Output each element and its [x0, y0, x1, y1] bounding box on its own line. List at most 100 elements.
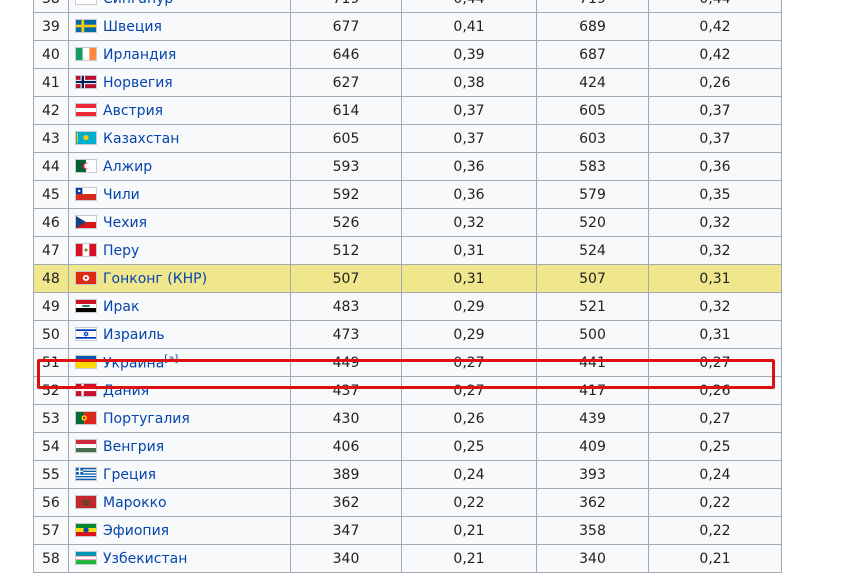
value-cell-3: 441 [536, 348, 649, 377]
country-link[interactable]: Швеция [103, 19, 162, 35]
value-cell-4: 0,44 [648, 0, 782, 13]
value-cell-1: 719 [290, 0, 402, 13]
ukraine-flag-icon [75, 355, 97, 370]
country-link[interactable]: Ирак [103, 299, 139, 315]
country-cell: Узбекистан [68, 544, 291, 573]
hungary-flag-icon [75, 438, 97, 453]
table-row: 54 Венгрия 406 0,25 409 0,25 [33, 432, 782, 461]
value-cell-2: 0,21 [401, 544, 537, 573]
footnote-link[interactable]: [a] [164, 354, 178, 365]
country-link[interactable]: Чехия [103, 215, 147, 231]
portugal-flag-icon [75, 410, 97, 425]
rank-cell: 56 [33, 488, 69, 517]
value-cell-2: 0,39 [401, 40, 537, 69]
country-link[interactable]: Ирландия [103, 47, 176, 63]
value-cell-1: 677 [290, 12, 402, 41]
rank-cell: 55 [33, 460, 69, 489]
value-cell-2: 0,22 [401, 488, 537, 517]
country-cell: Марокко [68, 488, 291, 517]
country-link[interactable]: Марокко [103, 495, 167, 511]
rank-cell: 54 [33, 432, 69, 461]
country-link[interactable]: Гонконг (КНР) [103, 271, 207, 287]
value-cell-4: 0,24 [648, 460, 782, 489]
country-link[interactable]: Эфиопия [103, 523, 169, 539]
value-cell-4: 0,22 [648, 488, 782, 517]
value-cell-4: 0,37 [648, 124, 782, 153]
value-cell-2: 0,25 [401, 432, 537, 461]
country-cell: Швеция [68, 12, 291, 41]
value-cell-4: 0,25 [648, 432, 782, 461]
table-row: 48 Гонконг (КНР) 507 0,31 507 0,31 [33, 264, 782, 293]
country-link[interactable]: Казахстан [103, 131, 179, 147]
value-cell-1: 347 [290, 516, 402, 545]
country-cell: Австрия [68, 96, 291, 125]
table-row: 49 Ирак 483 0,29 521 0,32 [33, 292, 782, 321]
value-cell-3: 603 [536, 124, 649, 153]
chile-flag-icon [75, 186, 97, 201]
rank-cell: 51 [33, 348, 69, 377]
country-link[interactable]: Израиль [103, 327, 165, 343]
country-link[interactable]: Сингапур [103, 0, 173, 7]
country-link[interactable]: Норвегия [103, 75, 173, 91]
country-link[interactable]: Португалия [103, 411, 190, 427]
value-cell-4: 0,26 [648, 376, 782, 405]
value-cell-2: 0,32 [401, 208, 537, 237]
value-cell-1: 526 [290, 208, 402, 237]
country-link[interactable]: Венгрия [103, 439, 164, 455]
table-row: 58 Узбекистан 340 0,21 340 0,21 [33, 544, 782, 573]
hongkong-flag-icon [75, 270, 97, 285]
rank-cell: 49 [33, 292, 69, 321]
country-link[interactable]: Перу [103, 243, 139, 259]
country-link[interactable]: Чили [103, 187, 140, 203]
country-cell: Норвегия [68, 68, 291, 97]
value-cell-2: 0,29 [401, 292, 537, 321]
value-cell-4: 0,27 [648, 404, 782, 433]
norway-flag-icon [75, 74, 97, 89]
country-cell: Перу [68, 236, 291, 265]
country-link[interactable]: Узбекистан [103, 551, 187, 567]
rank-cell: 45 [33, 180, 69, 209]
table-row: 55 Греция 389 0,24 393 0,24 [33, 460, 782, 489]
value-cell-3: 358 [536, 516, 649, 545]
country-link[interactable]: Греция [103, 467, 156, 483]
table-row: 45 Чили 592 0,36 579 0,35 [33, 180, 782, 209]
country-link[interactable]: Алжир [103, 159, 152, 175]
value-cell-4: 0,37 [648, 96, 782, 125]
austria-flag-icon [75, 102, 97, 117]
value-cell-3: 424 [536, 68, 649, 97]
country-cell: Израиль [68, 320, 291, 349]
value-cell-1: 473 [290, 320, 402, 349]
country-cell: Чили [68, 180, 291, 209]
value-cell-3: 579 [536, 180, 649, 209]
value-cell-1: 437 [290, 376, 402, 405]
value-cell-2: 0,31 [401, 264, 537, 293]
greece-flag-icon [75, 466, 97, 481]
value-cell-2: 0,36 [401, 152, 537, 181]
country-cell: Чехия [68, 208, 291, 237]
value-cell-2: 0,36 [401, 180, 537, 209]
rank-cell: 47 [33, 236, 69, 265]
value-cell-3: 507 [536, 264, 649, 293]
country-link[interactable]: Украина [103, 355, 164, 371]
iraq-flag-icon [75, 298, 97, 313]
morocco-flag-icon [75, 494, 97, 509]
value-cell-2: 0,26 [401, 404, 537, 433]
value-cell-2: 0,29 [401, 320, 537, 349]
table-row: 57 Эфиопия 347 0,21 358 0,22 [33, 516, 782, 545]
value-cell-1: 340 [290, 544, 402, 573]
value-cell-2: 0,31 [401, 236, 537, 265]
value-cell-1: 627 [290, 68, 402, 97]
value-cell-1: 512 [290, 236, 402, 265]
value-cell-4: 0,36 [648, 152, 782, 181]
table-row: 50 Израиль 473 0,29 500 0,31 [33, 320, 782, 349]
country-table-container: 38Сингапур7190,447190,4439Швеция6770,416… [33, 0, 782, 573]
value-cell-1: 389 [290, 460, 402, 489]
country-cell: Греция [68, 460, 291, 489]
country-link[interactable]: Австрия [103, 103, 163, 119]
country-cell: Сингапур [68, 0, 291, 13]
value-cell-2: 0,21 [401, 516, 537, 545]
rank-cell: 52 [33, 376, 69, 405]
country-link[interactable]: Дания [103, 383, 149, 399]
value-cell-2: 0,24 [401, 460, 537, 489]
value-cell-2: 0,37 [401, 124, 537, 153]
